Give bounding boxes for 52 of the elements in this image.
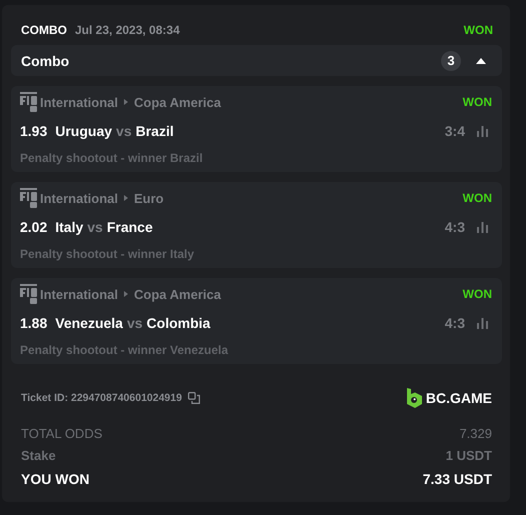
team-name: Uruguay <box>55 123 112 139</box>
stats-icon[interactable] <box>477 222 488 232</box>
odds: 2.02 <box>20 219 48 235</box>
stats-icon[interactable] <box>477 318 488 328</box>
total-label: TOTAL ODDS <box>21 426 102 440</box>
chevron-icon <box>124 99 128 105</box>
league-name: Copa America <box>134 286 221 302</box>
copy-icon[interactable] <box>188 392 200 404</box>
category-name: International <box>40 190 118 206</box>
caret-icon <box>476 58 486 64</box>
market-text: Penalty shootout - winner Brazil <box>20 151 204 165</box>
chevron-icon <box>124 291 128 297</box>
bet-status: WON <box>462 191 492 205</box>
bet-date: Jul 23, 2023, 08:34 <box>75 23 180 37</box>
stats-icon[interactable] <box>477 126 488 136</box>
count-badge: 3 <box>441 50 461 70</box>
category-name: International <box>40 94 118 110</box>
bet-type: COMBO <box>21 23 67 37</box>
vs-label: vs <box>116 123 132 139</box>
game-logo-icon <box>20 188 37 208</box>
game-logo-icon <box>20 92 37 112</box>
score: 4:3 <box>444 219 465 235</box>
team-name: Colombia <box>146 315 210 331</box>
total-label: YOU WON <box>21 471 90 487</box>
league-name: Copa America <box>134 94 221 110</box>
odds: 1.88 <box>20 315 48 331</box>
market-text: Penalty shootout - winner Venezuela <box>20 343 230 357</box>
team-name: Brazil <box>136 123 174 139</box>
brand-name: BC.GAME <box>426 390 492 406</box>
ticket-id: Ticket ID: 2294708740601024919 <box>21 392 182 404</box>
brand-logo-icon <box>406 388 422 408</box>
bet-status: WON <box>462 287 492 301</box>
market-text: Penalty shootout - winner Italy <box>20 247 196 261</box>
total-value: 7.329 <box>459 426 492 440</box>
bet-status: WON <box>462 95 492 109</box>
category-name: International <box>40 286 118 302</box>
team-name: Venezuela <box>55 315 123 331</box>
league-name: Euro <box>134 190 164 206</box>
chevron-icon <box>124 195 128 201</box>
total-label: Stake <box>21 448 56 462</box>
vs-label: vs <box>126 315 143 331</box>
total-value: 1 USDT <box>446 448 492 462</box>
odds: 1.93 <box>20 123 48 139</box>
game-logo-icon <box>20 284 37 304</box>
combo-header[interactable]: Combo 3 <box>11 45 502 76</box>
score: 3:4 <box>444 123 465 139</box>
score: 4:3 <box>444 315 465 331</box>
bet-status: WON <box>464 23 493 37</box>
total-value: 7.33 USDT <box>422 471 492 487</box>
team-name: Italy <box>55 219 84 235</box>
team-name: France <box>106 219 153 235</box>
vs-label: vs <box>87 219 103 235</box>
